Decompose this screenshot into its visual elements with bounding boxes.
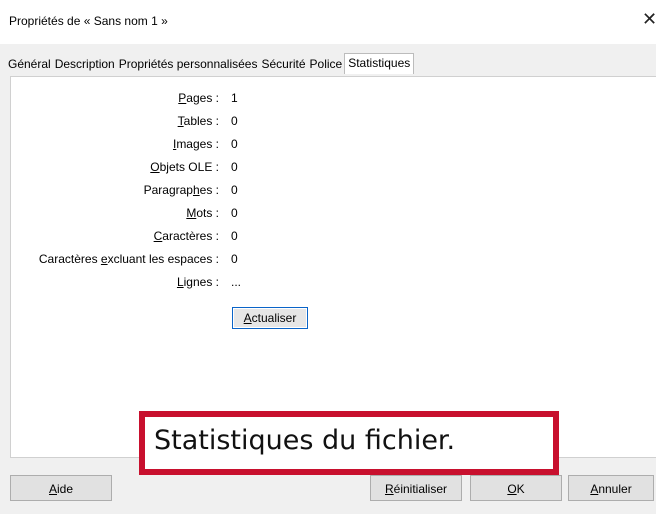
stat-row-ole-objects: Objets OLE : 0: [11, 160, 651, 180]
stat-value: 0: [231, 137, 238, 151]
ok-button[interactable]: OK: [470, 475, 562, 501]
stat-value: 0: [231, 252, 238, 266]
stat-value: 1: [231, 91, 238, 105]
annotation-box: Statistiques du fichier.: [139, 411, 559, 475]
tab-bar: Général Description Propriétés personnalis…: [6, 53, 415, 76]
tab-description[interactable]: Description: [53, 54, 117, 74]
stat-label: Objets OLE :: [150, 160, 219, 174]
stat-label: Images :: [172, 137, 219, 151]
stat-row-lines: Lignes : ...: [11, 275, 651, 295]
reset-button[interactable]: Réinitialiser: [370, 475, 462, 501]
title-bar: Propriétés de « Sans nom 1 » ✕: [0, 0, 656, 44]
stat-row-paragraphs: Paragraphes : 0: [11, 183, 651, 203]
tab-statistics[interactable]: Statistiques: [344, 53, 415, 74]
stat-label: Caractères excluant les espaces :: [38, 252, 219, 266]
stat-row-words: Mots : 0: [11, 206, 651, 226]
dialog-body: Général Description Propriétés personnalis…: [0, 44, 656, 514]
stat-row-characters-no-spaces: Caractères excluant les espaces : 0: [11, 252, 651, 272]
stat-value: 0: [231, 229, 238, 243]
tab-general[interactable]: Général: [6, 54, 53, 74]
stat-row-pages: Pages : 1: [11, 91, 651, 111]
stat-label: Tables :: [177, 114, 219, 128]
refresh-button[interactable]: Actualiser: [232, 307, 308, 329]
window-title: Propriétés de « Sans nom 1 »: [9, 14, 168, 28]
close-icon[interactable]: ✕: [642, 9, 656, 29]
stat-label: Mots :: [186, 206, 219, 220]
stat-label: Lignes :: [176, 275, 219, 289]
stat-value: 0: [231, 160, 238, 174]
stat-value: 0: [231, 183, 238, 197]
annotation-text: Statistiques du fichier.: [154, 425, 456, 456]
stat-label: Paragraphes :: [143, 183, 219, 197]
stat-value: 0: [231, 114, 238, 128]
stat-value: ...: [231, 275, 242, 289]
stat-label: Pages :: [178, 91, 219, 105]
tab-custom-properties[interactable]: Propriétés personnalisées: [117, 54, 260, 74]
stat-row-characters: Caractères : 0: [11, 229, 651, 249]
statistics-panel: Pages : 1 Tables : 0 Images : 0 Objets O…: [10, 76, 656, 475]
tab-font[interactable]: Police: [308, 54, 345, 74]
cancel-button[interactable]: Annuler: [568, 475, 654, 501]
tab-security[interactable]: Sécurité: [259, 54, 307, 74]
stat-row-images: Images : 0: [11, 137, 651, 157]
stat-label: Caractères :: [153, 229, 219, 243]
stat-row-tables: Tables : 0: [11, 114, 651, 134]
stat-value: 0: [231, 206, 238, 220]
help-button[interactable]: Aide: [10, 475, 112, 501]
